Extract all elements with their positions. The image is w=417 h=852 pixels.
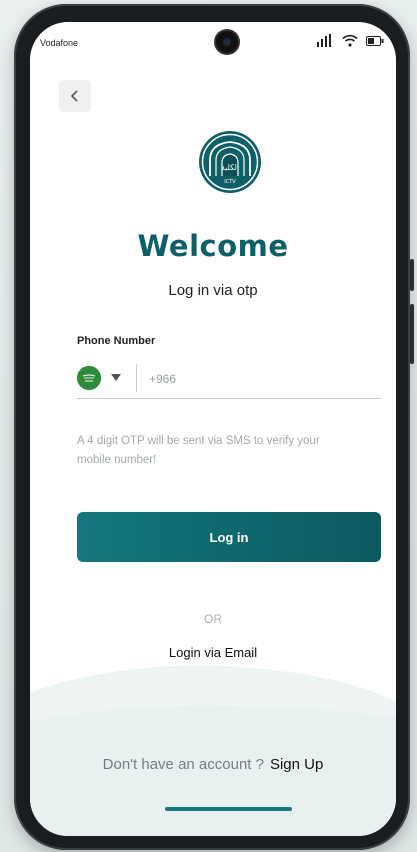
back-button[interactable] bbox=[59, 80, 91, 112]
screen: Vodafone ﺍﻟﻜﻠﻴﺔ ICTV Welcome Log in via … bbox=[30, 22, 396, 836]
logo-text: ﺍﻟﻜﻠﻴﺔ bbox=[221, 163, 239, 172]
phone-frame: Vodafone ﺍﻟﻜﻠﻴﺔ ICTV Welcome Log in via … bbox=[14, 4, 414, 850]
home-indicator[interactable] bbox=[165, 807, 292, 811]
or-divider-text: OR bbox=[204, 612, 222, 626]
battery-icon bbox=[366, 35, 384, 46]
logo-subtext: ICTV bbox=[224, 179, 236, 185]
chevron-left-icon bbox=[70, 90, 78, 102]
status-icons bbox=[316, 34, 384, 47]
power-button bbox=[410, 304, 414, 364]
carrier-label: Vodafone bbox=[40, 38, 79, 48]
phone-input[interactable] bbox=[147, 366, 371, 392]
phone-number-field bbox=[77, 362, 381, 399]
page-title: Welcome bbox=[137, 229, 289, 263]
phone-number-label: Phone Number bbox=[77, 335, 156, 347]
volume-button bbox=[410, 259, 414, 291]
front-camera bbox=[216, 31, 238, 53]
signup-row: Don't have an account ? Sign Up bbox=[30, 756, 396, 773]
saudi-flag-icon[interactable] bbox=[77, 366, 101, 390]
field-divider bbox=[136, 364, 137, 392]
chevron-down-icon[interactable] bbox=[111, 374, 121, 381]
signup-link[interactable]: Sign Up bbox=[270, 756, 323, 773]
signal-icon bbox=[317, 34, 331, 47]
status-bar: Vodafone bbox=[30, 22, 396, 62]
login-via-email-link[interactable]: Login via Email bbox=[30, 645, 396, 660]
otp-hint-text: A 4 digit OTP will be sent via SMS to ve… bbox=[77, 435, 320, 466]
signup-question: Don't have an account ? bbox=[102, 756, 264, 773]
wifi-icon bbox=[342, 34, 358, 47]
app-logo: ﺍﻟﻜﻠﻴﺔ ICTV bbox=[199, 131, 261, 193]
login-button[interactable]: Log in bbox=[77, 512, 381, 562]
page-subtitle: Log in via otp bbox=[168, 282, 258, 299]
